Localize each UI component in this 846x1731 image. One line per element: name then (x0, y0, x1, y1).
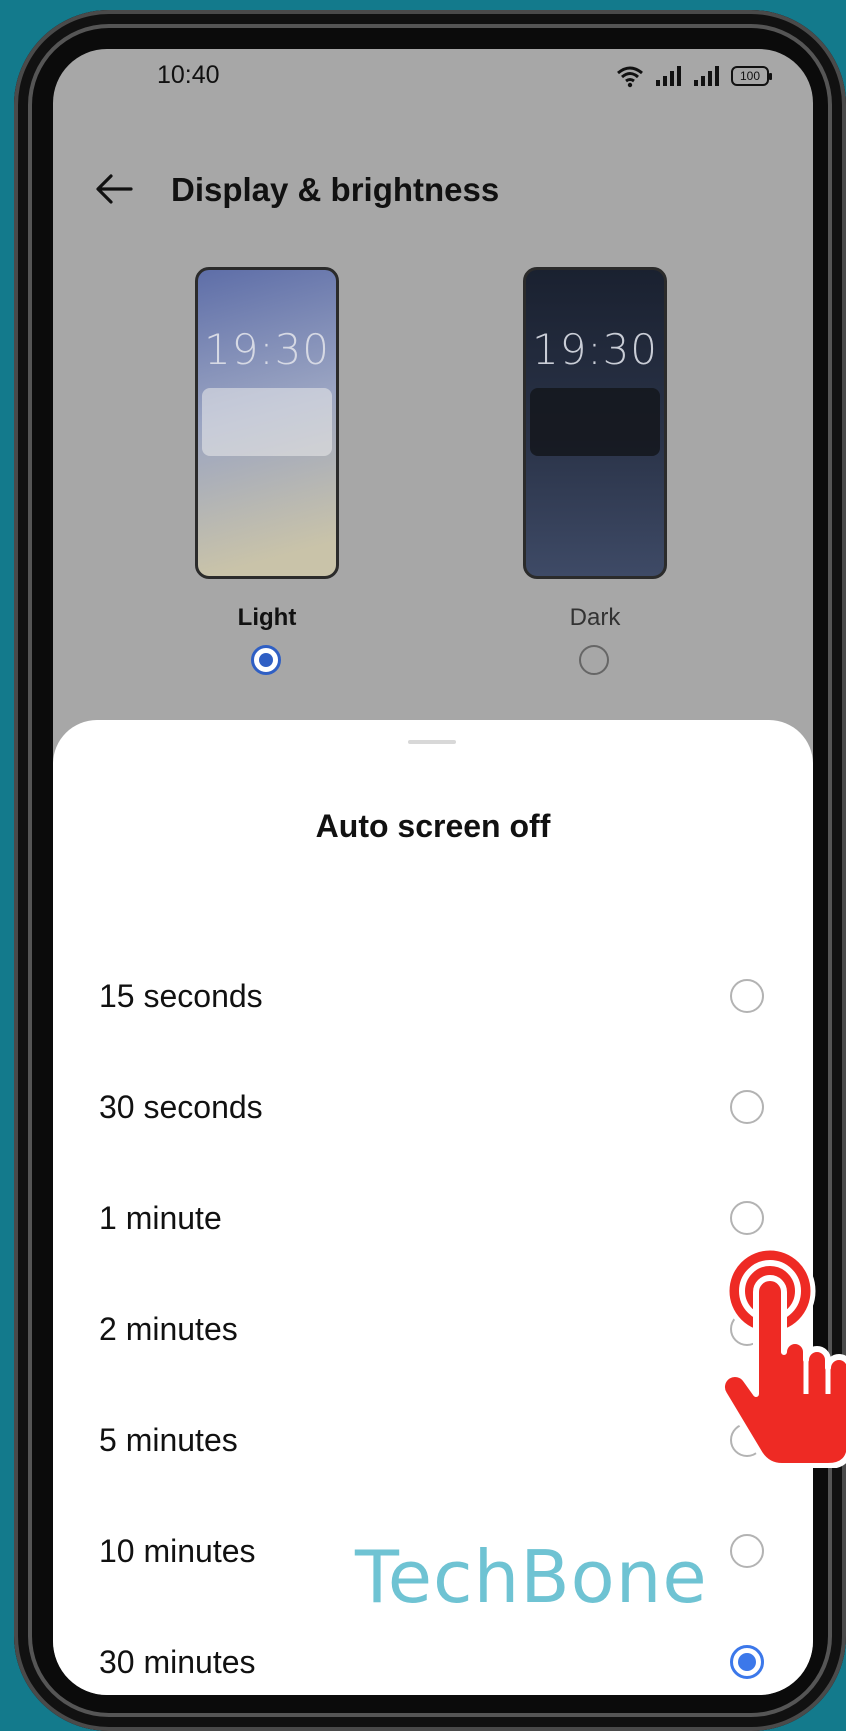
battery-level: 100 (739, 69, 761, 83)
option-1-minute[interactable]: 1 minute (53, 1178, 813, 1258)
light-theme-preview[interactable]: 19:30 (195, 267, 339, 579)
option-radio[interactable] (730, 1534, 764, 1568)
preview-clock: 19:30 (203, 325, 331, 374)
option-label: 30 seconds (99, 1089, 263, 1125)
status-time: 10:40 (157, 61, 220, 89)
option-5-minutes[interactable]: 5 minutes (53, 1400, 813, 1480)
light-theme-radio[interactable] (251, 645, 281, 675)
light-theme-label: Light (237, 604, 297, 631)
preview-widget (530, 388, 660, 456)
techbone-watermark: TechBone (355, 1535, 708, 1619)
dark-theme-label: Dark (569, 604, 621, 631)
tap-hand-icon (719, 1245, 846, 1468)
status-icons: 100 (615, 63, 772, 89)
option-30-minutes[interactable]: 30 minutes (53, 1622, 813, 1695)
option-label: 10 minutes (99, 1533, 256, 1569)
dark-theme-radio[interactable] (579, 645, 609, 675)
option-radio[interactable] (730, 979, 764, 1013)
preview-clock: 19:30 (531, 325, 659, 374)
page-header: Display & brightness (53, 159, 813, 219)
option-label: 2 minutes (99, 1311, 238, 1347)
page-title: Display & brightness (171, 171, 500, 208)
preview-widget (202, 388, 332, 456)
option-radio[interactable] (730, 1201, 764, 1235)
option-label: 5 minutes (99, 1422, 238, 1458)
status-bar: 10:40 100 (53, 49, 813, 101)
phone-screen: 10:40 100 Display & brightness 19:30 19:… (53, 49, 813, 1695)
option-radio-selected[interactable] (730, 1645, 764, 1679)
signal-icon (656, 66, 681, 86)
back-arrow-icon[interactable] (93, 169, 135, 209)
sheet-drag-handle[interactable] (408, 740, 456, 744)
signal-icon (694, 66, 719, 86)
battery-icon: 100 (731, 66, 772, 86)
option-label: 30 minutes (99, 1644, 256, 1680)
option-radio[interactable] (730, 1090, 764, 1124)
sheet-title: Auto screen off (315, 808, 551, 844)
option-15-seconds[interactable]: 15 seconds (53, 956, 813, 1036)
option-label: 15 seconds (99, 978, 263, 1014)
dark-theme-preview[interactable]: 19:30 (523, 267, 667, 579)
option-label: 1 minute (99, 1200, 222, 1236)
option-30-seconds[interactable]: 30 seconds (53, 1067, 813, 1147)
wifi-icon (617, 66, 643, 88)
option-2-minutes[interactable]: 2 minutes (53, 1289, 813, 1369)
